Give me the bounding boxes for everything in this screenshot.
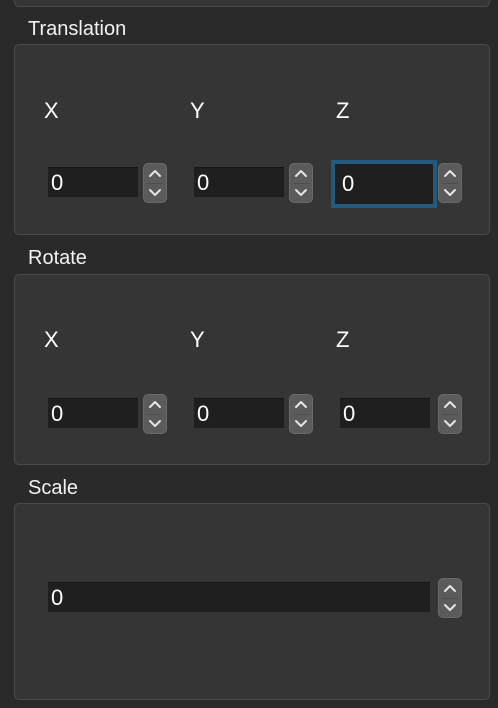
rotate-z-field[interactable] <box>340 398 430 428</box>
rotate-x-decrement-button[interactable] <box>144 414 166 433</box>
chevron-up-icon <box>149 170 161 177</box>
translation-group-box <box>14 44 490 235</box>
translation-x-stepper[interactable] <box>143 163 167 203</box>
translation-z-label: Z <box>336 98 350 123</box>
chevron-up-icon <box>444 585 456 592</box>
chevron-up-icon <box>444 401 456 408</box>
translation-y-stepper[interactable] <box>289 163 313 203</box>
chevron-down-icon <box>149 420 161 427</box>
rotate-y-increment-button[interactable] <box>290 395 312 414</box>
chevron-up-icon <box>295 170 307 177</box>
chevron-down-icon <box>295 420 307 427</box>
chevron-down-icon <box>444 604 456 611</box>
rotate-z-decrement-button[interactable] <box>439 414 461 433</box>
translation-y-field[interactable] <box>194 167 284 197</box>
scale-field[interactable] <box>48 582 430 612</box>
scale-decrement-button[interactable] <box>439 598 461 617</box>
chevron-down-icon <box>444 420 456 427</box>
translation-z-increment-button[interactable] <box>439 164 461 183</box>
rotate-x-increment-button[interactable] <box>144 395 166 414</box>
rotate-y-stepper[interactable] <box>289 394 313 434</box>
translation-x-label: X <box>44 98 59 123</box>
scale-stepper[interactable] <box>438 578 462 618</box>
translation-z-field[interactable] <box>334 163 434 205</box>
translation-z-stepper[interactable] <box>438 163 462 203</box>
rotate-group-box <box>14 274 490 465</box>
rotate-y-decrement-button[interactable] <box>290 414 312 433</box>
translation-x-field[interactable] <box>48 167 138 197</box>
chevron-up-icon <box>444 170 456 177</box>
rotate-x-stepper[interactable] <box>143 394 167 434</box>
rotate-section-title: Rotate <box>28 247 87 269</box>
rotate-z-label: Z <box>336 327 350 352</box>
scale-increment-button[interactable] <box>439 579 461 598</box>
translation-y-label: Y <box>190 98 205 123</box>
rotate-y-label: Y <box>190 327 205 352</box>
translation-x-decrement-button[interactable] <box>144 183 166 202</box>
rotate-z-increment-button[interactable] <box>439 395 461 414</box>
previous-group-box <box>14 0 490 7</box>
chevron-down-icon <box>149 189 161 196</box>
scale-section-title: Scale <box>28 477 79 499</box>
chevron-down-icon <box>444 189 456 196</box>
translation-y-decrement-button[interactable] <box>290 183 312 202</box>
rotate-x-field[interactable] <box>48 398 138 428</box>
chevron-up-icon <box>149 401 161 408</box>
chevron-up-icon <box>295 401 307 408</box>
translation-x-increment-button[interactable] <box>144 164 166 183</box>
translation-z-decrement-button[interactable] <box>439 183 461 202</box>
rotate-x-label: X <box>44 327 59 352</box>
translation-section-title: Translation <box>28 18 127 40</box>
translation-y-increment-button[interactable] <box>290 164 312 183</box>
rotate-z-stepper[interactable] <box>438 394 462 434</box>
chevron-down-icon <box>295 189 307 196</box>
rotate-y-field[interactable] <box>194 398 284 428</box>
